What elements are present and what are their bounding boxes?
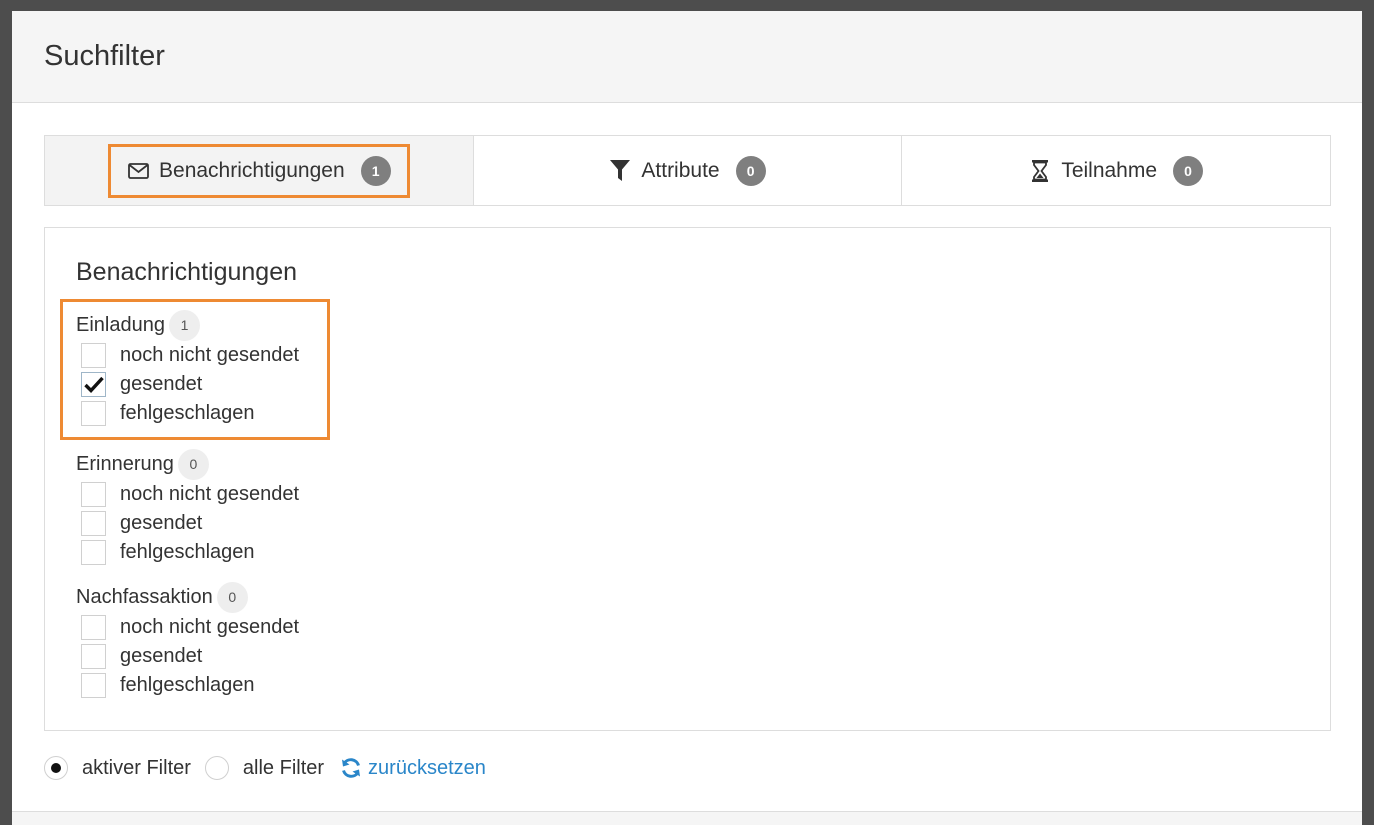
dialog-bottom-strip	[12, 811, 1362, 825]
filter-icon	[609, 159, 631, 182]
checkbox[interactable]	[81, 615, 106, 640]
checkbox[interactable]	[81, 673, 106, 698]
refresh-icon	[342, 758, 361, 778]
tab-notifications[interactable]: Benachrichtigungen 1	[45, 136, 474, 205]
filter-footer: aktiver Filter alle Filter zurücksetzen	[44, 753, 486, 783]
tab-participation-count: 0	[1173, 155, 1204, 186]
option-reminder-sent[interactable]: gesendet	[76, 509, 1299, 538]
all-filters-label[interactable]: alle Filter	[243, 757, 324, 780]
tab-notifications-highlight: Benachrichtigungen 1	[108, 143, 410, 198]
group-invitation-label: Einladung	[76, 313, 165, 336]
search-filter-dialog: Suchfilter Benachrichtigungen 1 Attribut…	[12, 11, 1362, 825]
tab-notifications-count: 1	[360, 155, 391, 186]
tab-notifications-label: Benachrichtigungen	[159, 158, 345, 182]
option-label: noch nicht gesendet	[120, 344, 300, 366]
option-label: fehlgeschlagen	[120, 541, 255, 563]
option-label: noch nicht gesendet	[120, 483, 300, 505]
radio-active-filter[interactable]	[44, 756, 68, 780]
checkbox[interactable]	[81, 343, 106, 368]
hourglass-icon	[1029, 159, 1051, 182]
group-follow-up: Nachfassaktion 0 noch nicht gesendet ges…	[76, 581, 1299, 700]
checkbox[interactable]	[81, 644, 106, 669]
active-filter-label[interactable]: aktiver Filter	[82, 757, 191, 780]
option-follow-up-not-sent[interactable]: noch nicht gesendet	[76, 613, 1299, 642]
group-invitation: Einladung 1 noch nicht gesendet gesendet…	[60, 299, 330, 440]
group-follow-up-count: 0	[216, 581, 248, 613]
dialog-title: Suchfilter	[44, 40, 165, 72]
option-label: gesendet	[120, 373, 203, 395]
option-invitation-not-sent[interactable]: noch nicht gesendet	[76, 341, 312, 370]
option-reminder-not-sent[interactable]: noch nicht gesendet	[76, 480, 1299, 509]
tab-participation-label: Teilnahme	[1061, 158, 1158, 182]
panel-title: Benachrichtigungen	[76, 258, 297, 286]
option-label: noch nicht gesendet	[120, 616, 300, 638]
radio-all-filters[interactable]	[204, 756, 229, 780]
filter-tabs: Benachrichtigungen 1 Attribute 0 Teilnah…	[44, 135, 1331, 206]
group-reminder-count: 0	[177, 448, 209, 480]
dialog-header: Suchfilter	[12, 11, 1362, 103]
option-label: gesendet	[120, 645, 203, 667]
option-label: gesendet	[120, 512, 203, 534]
checkbox[interactable]	[81, 511, 106, 536]
checkbox[interactable]	[81, 482, 106, 507]
group-reminder-label: Erinnerung	[76, 452, 174, 475]
envelope-icon	[127, 160, 149, 182]
reset-label: zurücksetzen	[368, 756, 486, 779]
checkbox[interactable]	[81, 401, 106, 426]
option-follow-up-sent[interactable]: gesendet	[76, 642, 1299, 671]
option-reminder-failed[interactable]: fehlgeschlagen	[76, 538, 1299, 567]
tab-participation[interactable]: Teilnahme 0	[902, 136, 1331, 205]
tab-attributes-count: 0	[735, 155, 766, 186]
tab-attributes-label: Attribute	[641, 158, 720, 182]
checkbox-checked[interactable]	[81, 372, 106, 397]
checkmark-icon	[83, 376, 104, 393]
option-invitation-failed[interactable]: fehlgeschlagen	[76, 399, 312, 428]
notifications-panel: Benachrichtigungen Einladung 1 noch nich…	[44, 227, 1331, 731]
option-follow-up-failed[interactable]: fehlgeschlagen	[76, 671, 1299, 700]
group-follow-up-label: Nachfassaktion	[76, 585, 213, 608]
option-label: fehlgeschlagen	[120, 402, 255, 424]
tab-attributes[interactable]: Attribute 0	[473, 136, 903, 205]
reset-link[interactable]: zurücksetzen	[340, 757, 486, 780]
option-label: fehlgeschlagen	[120, 674, 255, 696]
group-reminder: Erinnerung 0 noch nicht gesendet gesende…	[76, 448, 1299, 567]
option-invitation-sent[interactable]: gesendet	[76, 370, 312, 399]
group-invitation-count: 1	[168, 309, 200, 341]
checkbox[interactable]	[81, 540, 106, 565]
radio-selected-dot	[51, 763, 61, 773]
